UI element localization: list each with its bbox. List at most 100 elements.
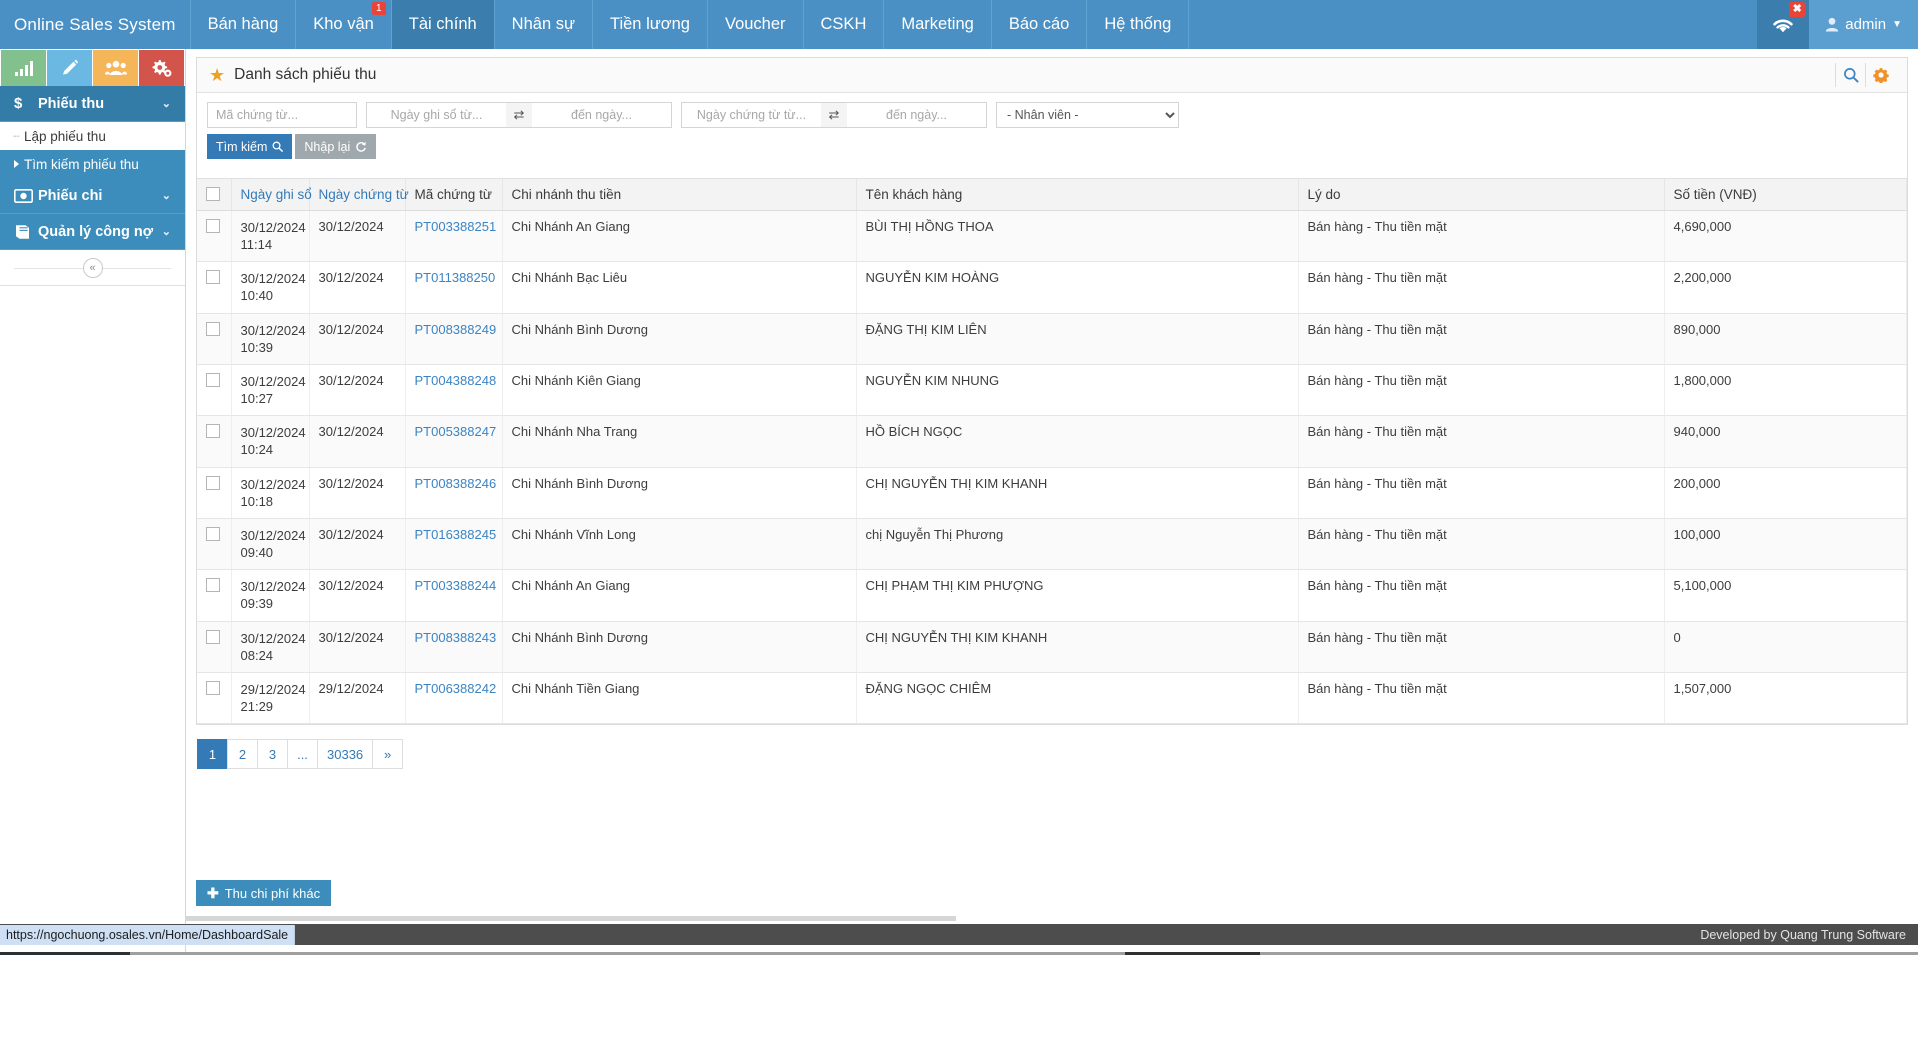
table-row[interactable]: 30/12/202410:2730/12/2024PT004388248Chi … [197,364,1907,415]
nav-item-cskh[interactable]: CSKH [803,0,884,49]
doc-code-link[interactable]: PT005388247 [415,424,497,439]
swap-icon[interactable]: ⇄ [821,102,847,128]
doc-code-link[interactable]: PT008388243 [415,630,497,645]
sidebar-group-phieu-chi[interactable]: Phiếu chi ⌄ [0,178,185,214]
row-checkbox[interactable] [206,681,220,695]
row-checkbox[interactable] [206,322,220,336]
pagination-page-...[interactable]: ... [287,739,318,769]
column-header-doc-code[interactable]: Mã chứng từ [405,179,502,211]
doc-code-link[interactable]: PT003388244 [415,578,497,593]
nav-item-bao-cao[interactable]: Báo cáo [991,0,1087,49]
doc-date-from-input[interactable] [681,102,821,128]
table-row[interactable]: 30/12/202409:3930/12/2024PT003388244Chi … [197,570,1907,621]
doc-code-link[interactable]: PT004388248 [415,373,497,388]
pagination-page-next[interactable]: » [372,739,403,769]
brand-logo[interactable]: Online Sales System [0,0,190,49]
row-checkbox[interactable] [206,373,220,387]
sidebar: $ Phiếu thu ⌄ ┈ Lập phiếu thu Tìm kiếm p… [0,49,186,955]
user-name-label: admin [1845,16,1886,33]
row-checkbox[interactable] [206,270,220,284]
sidebar-collapse-bar: « [0,250,185,286]
table-row[interactable]: 29/12/202421:2929/12/2024PT006388242Chi … [197,672,1907,723]
table-row[interactable]: 30/12/202410:3930/12/2024PT008388249Chi … [197,313,1907,364]
doc-date-to-input[interactable] [847,102,987,128]
user-menu-button[interactable]: admin ▼ [1809,0,1918,49]
cell-amount: 1,800,000 [1664,364,1907,415]
doc-code-link[interactable]: PT016388245 [415,527,497,542]
row-checkbox[interactable] [206,424,220,438]
column-header-doc-date[interactable]: Ngày chứng từ [309,179,405,211]
book-date-to-input[interactable] [532,102,672,128]
search-button[interactable]: Tìm kiếm [207,134,292,159]
nav-item-tai-chinh[interactable]: Tài chính [391,0,494,49]
sidebar-group-label: Quản lý công nợ [38,224,162,240]
cell-customer: CHỊ PHẠM THỊ KIM PHƯỢNG [856,570,1298,621]
row-checkbox[interactable] [206,527,220,541]
pagination-page-2[interactable]: 2 [227,739,258,769]
nav-item-nhan-su[interactable]: Nhân sự [494,0,592,49]
column-header-branch[interactable]: Chi nhánh thu tiền [502,179,856,211]
row-checkbox[interactable] [206,476,220,490]
column-header-book-date[interactable]: Ngày ghi sổ [231,179,309,211]
reset-button[interactable]: Nhập lại [295,134,376,159]
row-select-cell [197,262,231,313]
book-date-from-input[interactable] [366,102,506,128]
book-date-value: 30/12/2024 [241,374,306,389]
row-checkbox[interactable] [206,219,220,233]
swap-icon[interactable]: ⇄ [506,102,532,128]
quick-action-edit[interactable] [47,50,92,86]
wifi-status-button[interactable]: ✖ [1757,0,1809,49]
table-row[interactable]: 30/12/202411:1430/12/2024PT003388251Chi … [197,211,1907,262]
column-header-amount[interactable]: Số tiền (VNĐ) [1664,179,1907,211]
horizontal-scrollbar[interactable] [186,916,956,921]
cell-doc-code: PT016388245 [405,518,502,569]
quick-action-settings[interactable] [139,50,184,86]
table-row[interactable]: 30/12/202410:4030/12/2024PT011388250Chi … [197,262,1907,313]
doc-code-link[interactable]: PT003388251 [415,219,497,234]
nav-item-tien-luong[interactable]: Tiền lương [592,0,707,49]
table-row[interactable]: 30/12/202410:2430/12/2024PT005388247Chi … [197,416,1907,467]
doc-code-link[interactable]: PT011388250 [415,270,496,285]
book-date-value: 30/12/2024 [241,271,306,286]
pagination-page-3[interactable]: 3 [257,739,288,769]
caret-right-icon [14,160,19,168]
doc-code-link[interactable]: PT008388246 [415,476,497,491]
pagination-page-30336[interactable]: 30336 [317,739,373,769]
pagination-page-1[interactable]: 1 [197,739,228,769]
book-date-value: 29/12/2024 [241,682,306,697]
nav-item-kho-van[interactable]: Kho vận 1 [295,0,391,49]
sidebar-item-lap-phieu-thu[interactable]: ┈ Lập phiếu thu [0,122,185,150]
cell-doc-date: 29/12/2024 [309,672,405,723]
sidebar-group-quan-ly-cong-no[interactable]: Quản lý công nợ ⌄ [0,214,185,250]
column-header-reason[interactable]: Lý do [1298,179,1664,211]
reset-button-label: Nhập lại [304,140,350,154]
sidebar-group-phieu-thu[interactable]: $ Phiếu thu ⌄ [0,86,185,122]
sidebar-item-tim-kiem-phieu-thu[interactable]: Tìm kiếm phiếu thu [0,150,185,178]
doc-code-link[interactable]: PT006388242 [415,681,497,696]
column-header-customer[interactable]: Tên khách hàng [856,179,1298,211]
employee-select[interactable]: - Nhân viên - [996,102,1179,128]
quick-action-users[interactable] [93,50,138,86]
table-row[interactable]: 30/12/202410:1830/12/2024PT008388246Chi … [197,467,1907,518]
book-date-value: 30/12/2024 [241,220,306,235]
doc-code-link[interactable]: PT008388249 [415,322,497,337]
quick-action-reports[interactable] [1,50,46,86]
doc-code-input[interactable] [207,102,357,128]
cell-reason: Bán hàng - Thu tiền mặt [1298,672,1664,723]
add-other-receipt-button[interactable]: ✚ Thu chi phí khác [196,880,331,906]
table-row[interactable]: 30/12/202409:4030/12/2024PT016388245Chi … [197,518,1907,569]
nav-item-marketing[interactable]: Marketing [883,0,990,49]
panel-settings-button[interactable] [1865,63,1895,87]
table-row[interactable]: 30/12/202408:2430/12/2024PT008388243Chi … [197,621,1907,672]
nav-item-ban-hang[interactable]: Bán hàng [190,0,296,49]
row-checkbox[interactable] [206,630,220,644]
cell-amount: 1,507,000 [1664,672,1907,723]
user-icon [1825,17,1839,32]
nav-item-voucher[interactable]: Voucher [707,0,803,49]
row-checkbox[interactable] [206,578,220,592]
cell-branch: Chi Nhánh Nha Trang [502,416,856,467]
select-all-checkbox[interactable] [206,187,220,201]
nav-item-he-thong[interactable]: Hệ thống [1086,0,1188,49]
sidebar-collapse-button[interactable]: « [83,258,103,278]
panel-search-button[interactable] [1835,63,1865,87]
